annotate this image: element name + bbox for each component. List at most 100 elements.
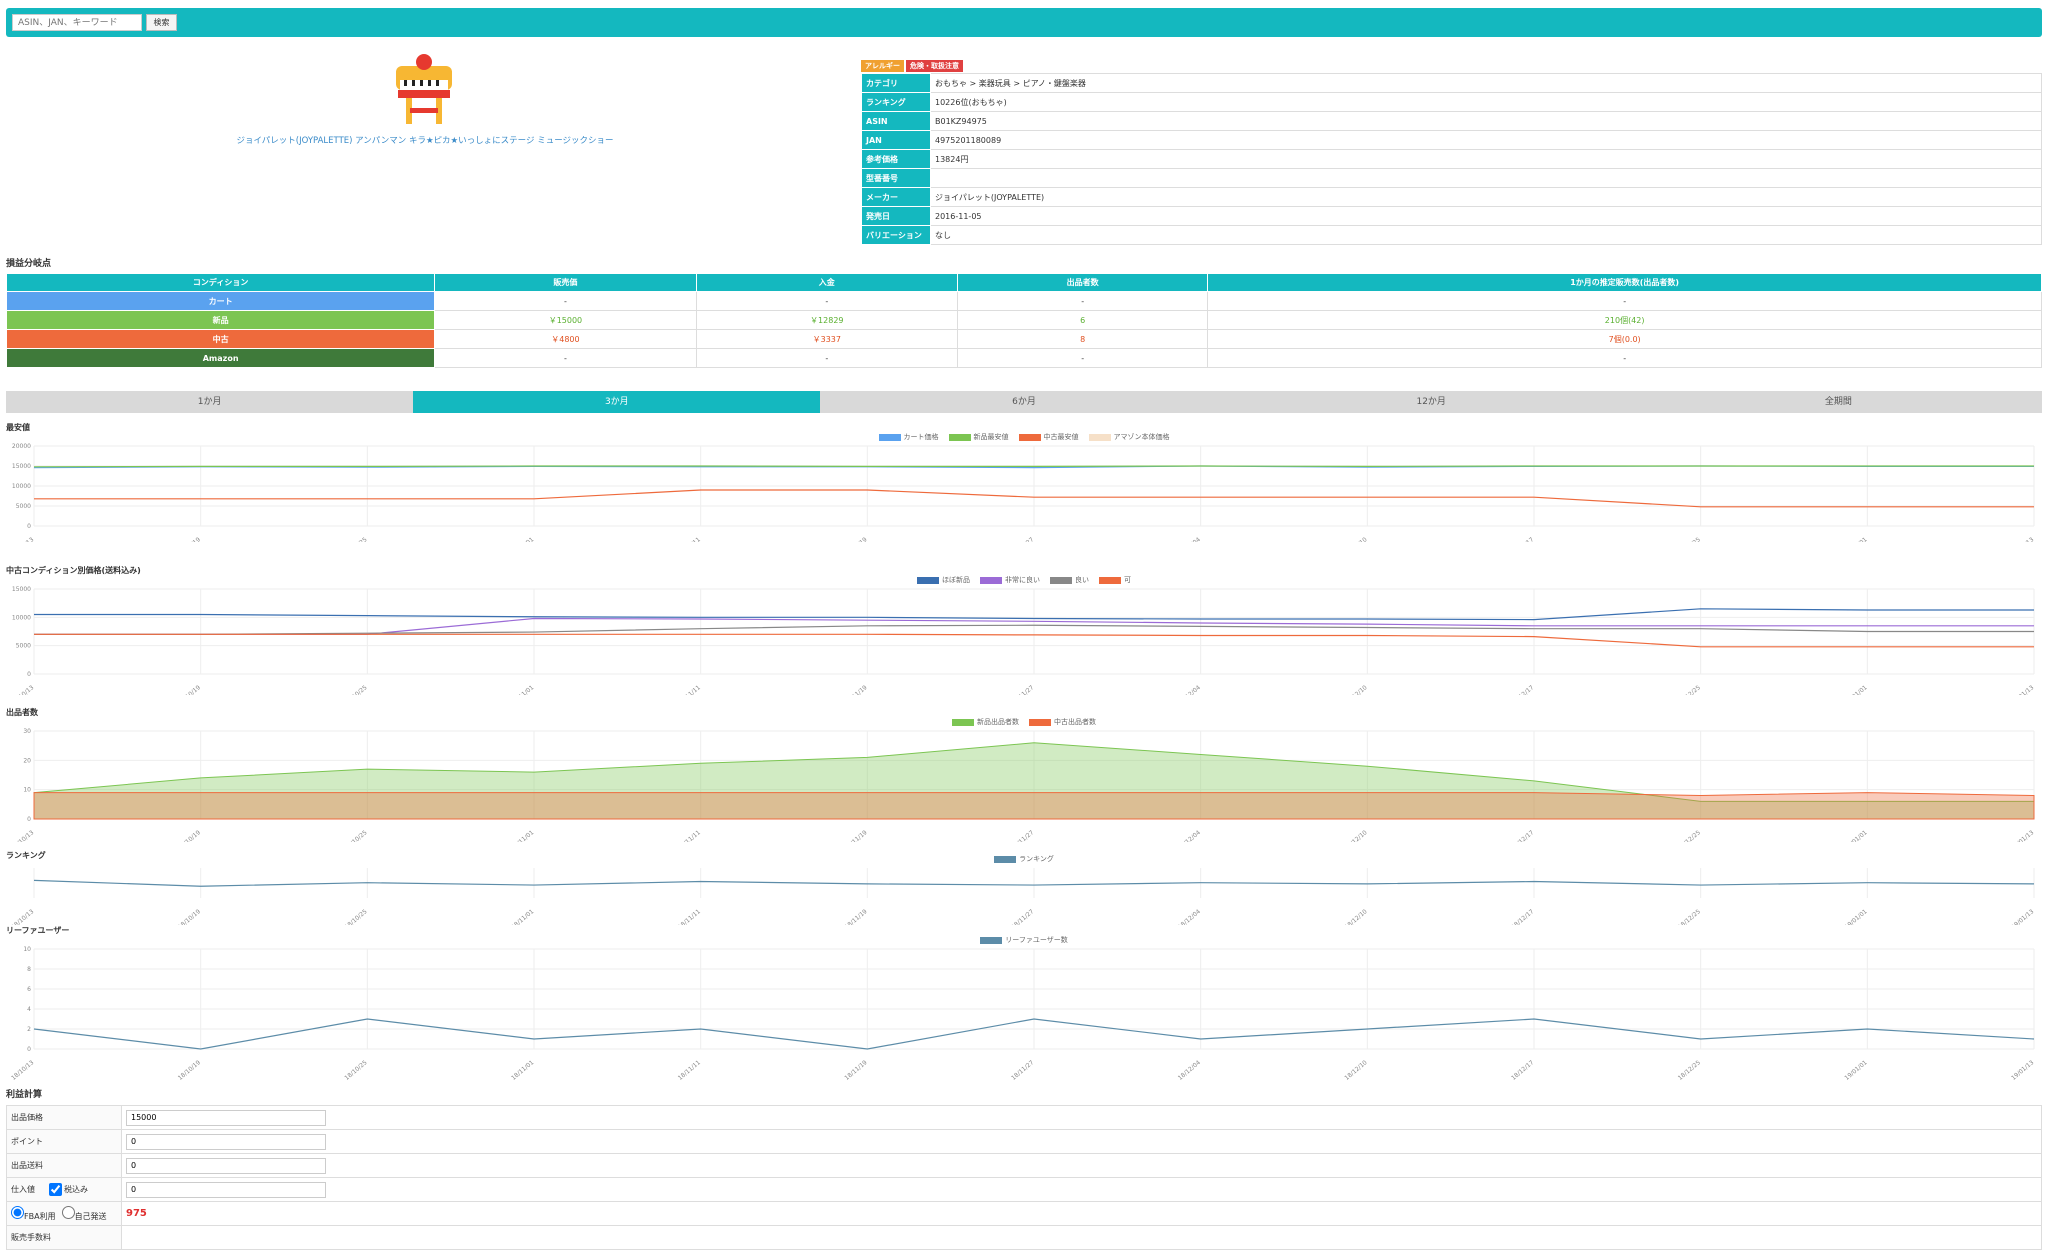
info-key: バリエーション (861, 225, 931, 245)
legend-swatch (948, 433, 971, 441)
legend-label: 中古最安値 (1043, 433, 1079, 441)
x-tick-label: 19/01/13 (2010, 908, 2035, 925)
period-tabs: 1か月 3か月 6か月 12か月 全期間 (6, 391, 2042, 413)
legend-label: リーファユーザー数 (1005, 936, 1068, 944)
x-tick-label: 18/11/27 (1010, 1059, 1035, 1080)
legend-item[interactable]: アマゾン本体価格 (1088, 432, 1170, 442)
legend-item[interactable]: 非常に良い (980, 575, 1040, 585)
legend-label: ほぼ新品 (942, 576, 970, 584)
calc-input[interactable] (126, 1133, 326, 1150)
legend-item[interactable]: 可 (1099, 575, 1131, 585)
legend-item[interactable]: 良い (1050, 575, 1089, 585)
chart-legend: ランキング (6, 854, 2042, 864)
calc-row: 仕入値 税込み (6, 1177, 2042, 1202)
x-tick-label: 19/01/01 (1843, 536, 1868, 542)
y-tick-label: 0 (27, 523, 31, 530)
legend-label: 非常に良い (1005, 576, 1040, 584)
breakeven-title: 損益分岐点 (6, 259, 52, 269)
info-value: B01KZ94975 (930, 111, 2042, 131)
y-tick-label: 5000 (16, 503, 31, 510)
info-key: カテゴリ (861, 73, 931, 93)
calc-input[interactable] (126, 1181, 326, 1198)
info-row: バリエーション なし (861, 225, 2042, 245)
tab-period[interactable]: 12か月 (1228, 391, 1635, 413)
breakeven-cell: - (695, 291, 958, 311)
legend-swatch (917, 576, 939, 584)
x-tick-label: 18/10/13 (10, 536, 35, 542)
calc-value-cell (121, 1225, 2042, 1250)
condition-cell: 新品 (5, 310, 436, 330)
top-bar: 検索 (6, 8, 2042, 37)
profit-calc-title: 利益計算 (6, 1090, 43, 1100)
chart-3: 18/10/13 18/10/19 18/10/25 18/11/01 18/11/11… (6, 850, 2042, 925)
x-tick-label: 18/12/17 (1510, 908, 1535, 925)
self-ship-radio[interactable] (61, 1205, 75, 1219)
breakeven-cell: 210個(42) (1207, 310, 2042, 330)
legend-label: 良い (1075, 576, 1089, 584)
product-title[interactable]: ジョイパレット(JOYPALETTE) アンパンマン キラ★ピカ★いっしょにステ… (150, 134, 700, 146)
x-tick-label: 18/12/25 (1677, 829, 1702, 842)
legend-item[interactable]: 中古最安値 (1018, 432, 1079, 442)
x-tick-label: 18/11/01 (510, 1059, 535, 1080)
legend-item[interactable]: リーファユーザー数 (980, 935, 1068, 945)
condition-cell: カート (5, 291, 436, 311)
search-button[interactable]: 検索 (146, 14, 177, 31)
breakeven-cell: ￥15000 (434, 310, 697, 330)
x-tick-label: 18/11/19 (843, 829, 868, 842)
legend-item[interactable]: ランキング (994, 854, 1054, 864)
breakeven-header: 出品者数 (956, 273, 1209, 292)
info-value: おもちゃ > 楽器玩具 > ピアノ・鍵盤楽器 (930, 73, 2042, 93)
y-tick-label: 8 (27, 966, 31, 973)
breakeven-header: 1か月の推定販売数(出品者数) (1207, 273, 2042, 292)
x-tick-label: 18/12/04 (1177, 908, 1202, 925)
y-tick-label: 15000 (12, 463, 31, 470)
breakeven-cell: ￥4800 (434, 329, 697, 349)
x-tick-label: 18/10/25 (343, 684, 368, 695)
x-tick-label: 18/10/25 (343, 536, 368, 542)
calc-label: ポイント (11, 1137, 43, 1146)
x-tick-label: 18/11/27 (1010, 684, 1035, 695)
search-input[interactable] (12, 14, 142, 31)
tab-period[interactable]: 全期間 (1635, 391, 2042, 413)
info-row: 発売日 2016-11-05 (861, 206, 2042, 226)
x-tick-label: 18/12/25 (1677, 1059, 1702, 1080)
x-tick-label: 18/12/17 (1510, 684, 1535, 695)
x-tick-label: 18/12/17 (1510, 1059, 1535, 1080)
legend-item[interactable]: 新品最安値 (948, 432, 1009, 442)
series-area (33, 792, 2035, 820)
x-tick-label: 18/12/04 (1177, 536, 1202, 542)
x-tick-label: 18/10/19 (177, 536, 202, 542)
product-info-table: カテゴリ おもちゃ > 楽器玩具 > ピアノ・鍵盤楽器 ランキング 10226位(おも… (861, 73, 2042, 245)
x-tick-label: 18/10/25 (343, 908, 368, 925)
calc-label-cell: 出品価格 (6, 1105, 122, 1130)
legend-swatch (994, 855, 1017, 863)
y-tick-label: 10 (23, 946, 31, 953)
tab-period[interactable]: 6か月 (820, 391, 1227, 413)
calc-row: ポイント (6, 1129, 2042, 1154)
breakeven-row: Amazon - - - - (5, 348, 2042, 368)
breakeven-row: 新品 ￥15000 ￥12829 6 210個(42) (5, 310, 2042, 330)
breakeven-cell: - (434, 291, 697, 311)
calc-input[interactable] (126, 1157, 326, 1174)
legend-item[interactable]: ほぼ新品 (917, 575, 970, 585)
x-tick-label: 19/01/13 (2010, 1059, 2035, 1080)
x-tick-label: 18/10/25 (343, 1059, 368, 1080)
y-tick-label: 10000 (12, 483, 31, 490)
legend-item[interactable]: 新品出品者数 (952, 717, 1019, 727)
calc-input[interactable] (126, 1109, 326, 1126)
tab-period[interactable]: 3か月 (413, 391, 821, 413)
info-row: 参考価格 13824円 (861, 149, 2042, 169)
tax-included-checkbox[interactable] (49, 1183, 62, 1196)
info-row: ASIN B01KZ94975 (861, 111, 2042, 131)
x-tick-label: 18/12/04 (1177, 684, 1202, 695)
fba-radio[interactable] (11, 1205, 24, 1219)
legend-item[interactable]: カート価格 (878, 432, 939, 442)
legend-item[interactable]: 中古出品者数 (1029, 717, 1096, 727)
legend-swatch (980, 936, 1003, 944)
product-image (396, 54, 452, 124)
tab-period[interactable]: 1か月 (6, 391, 413, 413)
x-tick-label: 19/01/13 (2010, 684, 2035, 695)
breakeven-row: 中古 ￥4800 ￥3337 8 7個(0.0) (5, 329, 2042, 349)
info-value (930, 168, 2042, 188)
x-tick-label: 18/11/27 (1010, 536, 1035, 542)
